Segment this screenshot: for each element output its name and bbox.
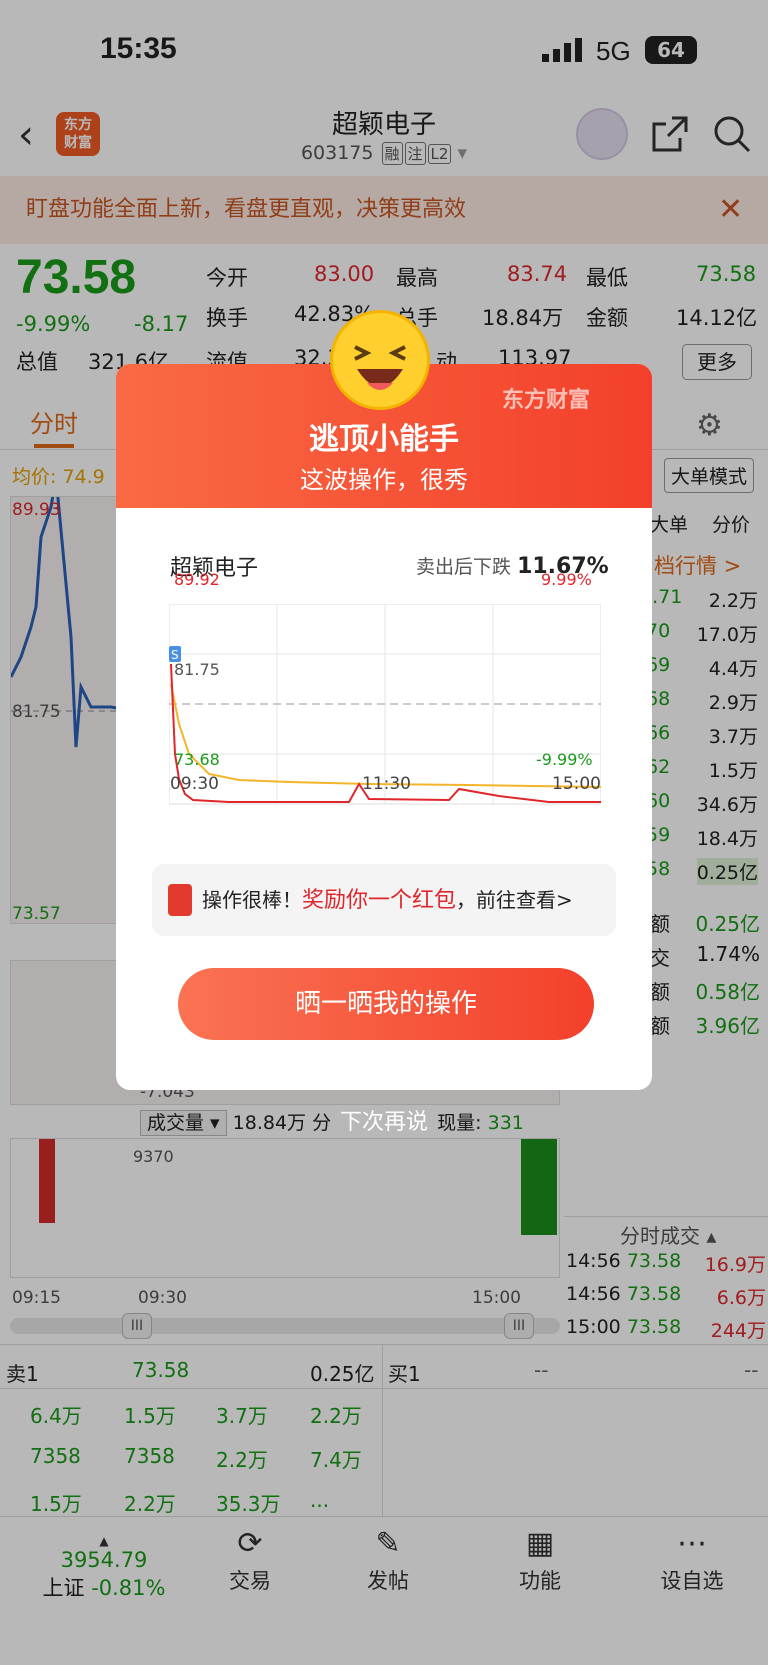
- reward-banner[interactable]: 操作很棒！奖励你一个红包，前往查看>: [152, 864, 616, 936]
- modal-chart: S: [169, 604, 601, 805]
- modal-title: 逃顶小能手: [309, 422, 459, 457]
- red-envelope-icon: [168, 884, 192, 916]
- modal-time-open: 09:30: [170, 774, 219, 794]
- modal-chart-mid: 81.75: [174, 660, 220, 679]
- modal-subtitle: 这波操作，很秀: [300, 466, 468, 494]
- modal-brand: 东方财富: [502, 388, 591, 413]
- share-operation-button[interactable]: 晒一晒我的操作: [178, 968, 594, 1040]
- modal-chart-low-pct: -9.99%: [536, 750, 593, 769]
- modal-chart-high: 89.92: [174, 570, 220, 589]
- modal-time-close: 15:00: [552, 774, 601, 794]
- laughing-emoji-icon: [330, 310, 430, 410]
- reward-post: ，前往查看>: [456, 888, 573, 912]
- modal-time-noon: 11:30: [362, 774, 411, 794]
- modal-chart-low: 73.68: [174, 750, 220, 769]
- reward-pre: 操作很棒！: [202, 888, 302, 912]
- reward-highlight: 奖励你一个红包: [302, 888, 457, 913]
- achievement-modal: 东方财富 逃顶小能手 这波操作，很秀 超颖电子 卖出后下跌 11.67% S 8…: [116, 364, 652, 1090]
- skip-link[interactable]: 下次再说: [0, 1104, 768, 1136]
- modal-drop-label: 卖出后下跌: [416, 556, 512, 578]
- modal-chart-high-pct: 9.99%: [541, 570, 592, 589]
